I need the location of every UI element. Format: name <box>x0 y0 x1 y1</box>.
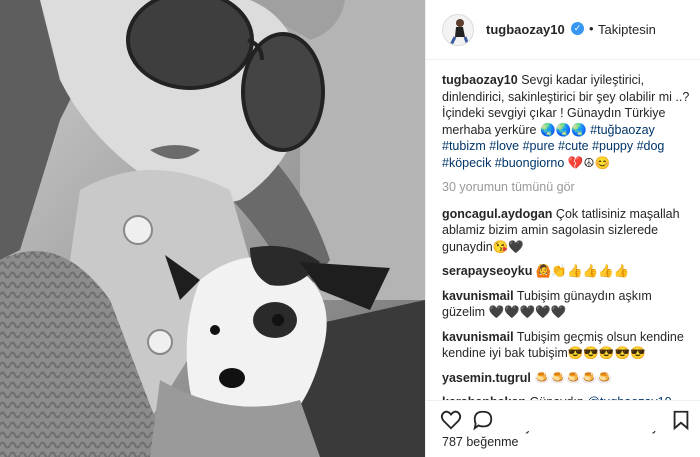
post-photo[interactable] <box>0 0 425 457</box>
likes-count[interactable]: 787 beğenme <box>442 435 518 449</box>
caption: tugbaozay10 Sevgi kadar iyileştirici, di… <box>442 72 692 171</box>
comment-username[interactable]: kavunismail <box>442 289 514 303</box>
hashtag-link[interactable]: #köpecik #buongiorno <box>442 156 564 170</box>
likes-label: beğenme <box>466 435 519 449</box>
caption-username[interactable]: tugbaozay10 <box>442 73 518 87</box>
likes-number: 787 <box>442 435 463 449</box>
avatar-image <box>443 15 473 45</box>
heart-icon[interactable] <box>440 409 462 431</box>
comment-username[interactable]: kavunismail <box>442 330 514 344</box>
post-details-panel: tugbaozay10 ✓ • Takiptesin tugbaozay10 S… <box>425 0 700 457</box>
comment-icon[interactable] <box>472 409 494 431</box>
comment-text: 🙆👏👍👍👍👍 <box>535 264 630 278</box>
photo-woman-with-puppy <box>0 0 425 457</box>
follow-status[interactable]: Takiptesin <box>598 22 656 37</box>
comment-item: yasemin.tugrul 🍮🍮🍮🍮🍮 <box>442 370 692 387</box>
header-username[interactable]: tugbaozay10 <box>486 22 565 37</box>
comment-username[interactable]: yasemin.tugrul <box>442 371 531 385</box>
post-header: tugbaozay10 ✓ • Takiptesin <box>426 0 700 60</box>
comments-section: tugbaozay10 Sevgi kadar iyileştirici, di… <box>442 72 692 443</box>
hashtag-link[interactable]: #tuğbaozay <box>590 123 655 137</box>
action-bar <box>426 400 700 431</box>
view-all-comments-link[interactable]: 30 yorumun tümünü gör <box>442 179 692 196</box>
comment-item: serapayseoyku 🙆👏👍👍👍👍 <box>442 263 692 280</box>
caption-end-emoji: 💔☮😊 <box>567 155 611 170</box>
comment-item: goncagul.aydogan Çok tatlisiniz maşallah… <box>442 206 692 256</box>
separator-dot: • <box>589 21 594 36</box>
caption-emoji: 🌏🌏🌏 <box>539 122 587 137</box>
comment-username[interactable]: goncagul.aydogan <box>442 207 552 221</box>
bookmark-icon[interactable] <box>670 409 692 431</box>
comment-text: 🍮🍮🍮🍮🍮 <box>534 370 613 385</box>
verified-badge-icon: ✓ <box>571 22 584 35</box>
comment-item: kavunismail Tubişim günaydın aşkım güzel… <box>442 288 692 321</box>
hashtag-link[interactable]: #tubizm #love #pure #cute #puppy #dog <box>442 139 664 153</box>
comment-username[interactable]: serapayseoyku <box>442 264 532 278</box>
avatar[interactable] <box>442 14 474 46</box>
comment-item: kavunismail Tubişim geçmiş olsun kendine… <box>442 329 692 362</box>
